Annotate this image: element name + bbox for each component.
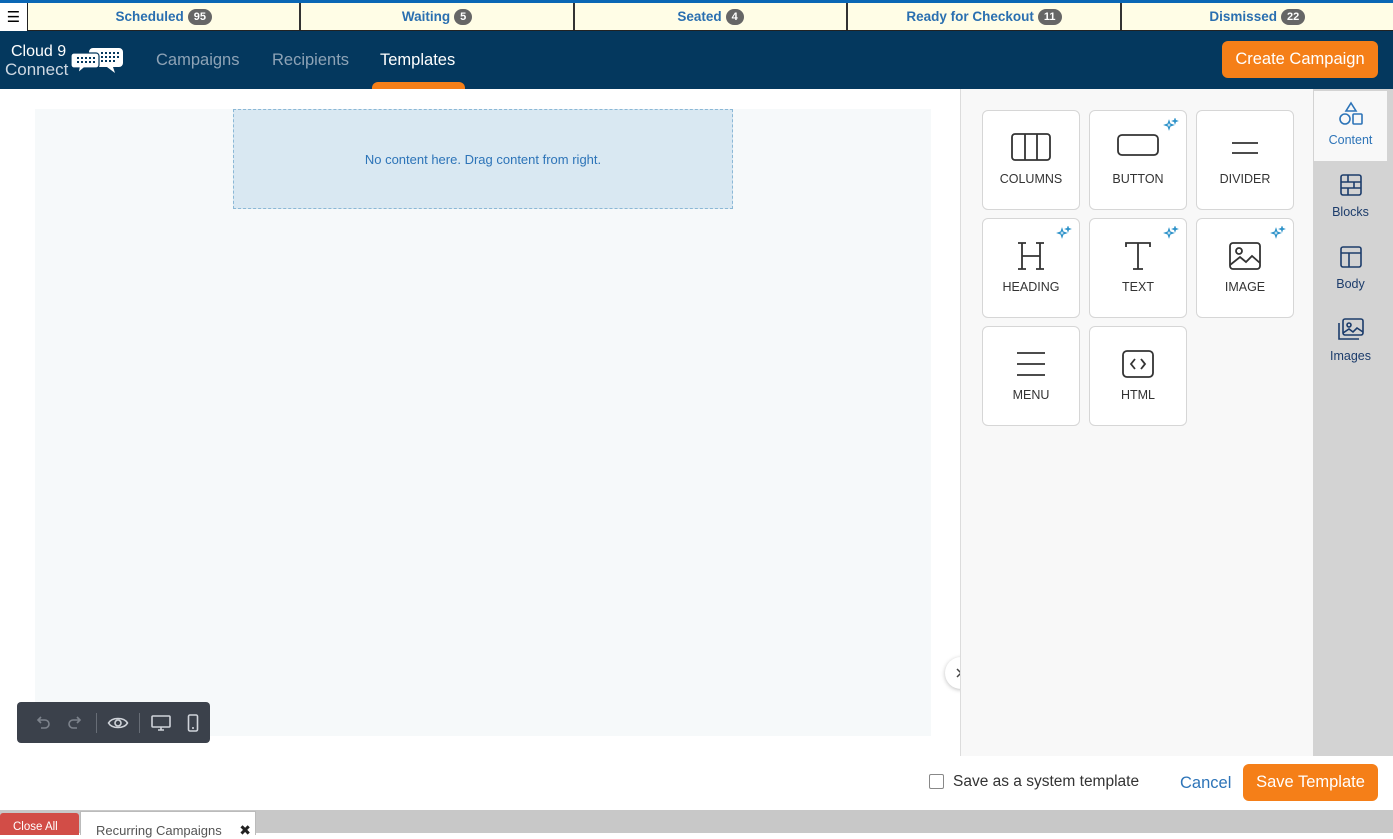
window-tab-recurring-campaigns[interactable]: Recurring Campaigns ✖	[80, 811, 256, 838]
desktop-view-button[interactable]	[145, 708, 177, 738]
preview-button[interactable]	[102, 708, 134, 738]
heading-icon	[1018, 242, 1044, 270]
ai-sparkle-icon	[1163, 226, 1179, 239]
content-tools-panel: COLUMNS BUTTON DIVIDER HEADING TEXT IMAG…	[960, 89, 1313, 756]
mobile-view-button[interactable]	[177, 708, 209, 738]
brand-name-line1: Cloud 9	[11, 43, 67, 60]
text-icon	[1125, 242, 1151, 270]
nav-campaigns[interactable]: Campaigns	[156, 51, 239, 70]
tool-label: DIVIDER	[1219, 172, 1271, 186]
save-template-button[interactable]: Save Template	[1243, 764, 1378, 801]
top-navbar: Cloud 9 Connect Campaigns Recipients Tem…	[0, 31, 1393, 89]
system-template-label: Save as a system template	[953, 773, 1140, 790]
tool-divider[interactable]: DIVIDER	[1196, 110, 1294, 210]
side-tab-blocks[interactable]: Blocks	[1314, 163, 1387, 233]
side-tab-label: Images	[1330, 349, 1371, 363]
side-tab-label: Body	[1336, 277, 1365, 291]
side-tab-label: Blocks	[1332, 205, 1369, 219]
hamburger-menu-button[interactable]: ☰	[0, 3, 28, 31]
side-tab-content[interactable]: Content	[1314, 91, 1387, 161]
active-nav-indicator	[372, 82, 465, 89]
status-bar: ☰ Scheduled 95 Waiting 5 Seated 4 Ready …	[0, 0, 1393, 31]
tool-label: BUTTON	[1112, 172, 1164, 186]
email-canvas[interactable]: No content here. Drag content from right…	[35, 109, 931, 736]
count-badge: 4	[725, 8, 744, 25]
side-tab-label: Content	[1328, 133, 1373, 147]
cancel-button[interactable]: Cancel	[1180, 774, 1231, 793]
status-tab-seated[interactable]: Seated 4	[575, 3, 849, 30]
html-icon	[1122, 350, 1154, 378]
tool-heading[interactable]: HEADING	[982, 218, 1080, 318]
status-tab-label: Waiting	[401, 9, 451, 24]
close-all-button[interactable]: Close All	[0, 813, 79, 835]
nav-recipients[interactable]: Recipients	[272, 51, 349, 70]
toolbar-separator	[139, 712, 140, 733]
tool-label: MENU	[1012, 388, 1050, 402]
tool-label: IMAGE	[1224, 280, 1266, 294]
status-tab-label: Ready for Checkout	[906, 9, 1034, 24]
side-tab-images[interactable]: Images	[1314, 307, 1387, 377]
system-template-checkbox[interactable]	[929, 774, 944, 789]
tool-label: TEXT	[1122, 280, 1154, 294]
layout-icon	[1339, 246, 1362, 268]
window-tab-label: Recurring Campaigns	[96, 823, 222, 838]
tool-button[interactable]: BUTTON	[1089, 110, 1187, 210]
shapes-icon	[1338, 101, 1363, 125]
brand-name-line2: Connect	[5, 60, 69, 79]
images-icon	[1337, 318, 1364, 340]
side-tab-body[interactable]: Body	[1314, 235, 1387, 305]
count-badge: 95	[187, 8, 212, 25]
columns-icon	[1011, 133, 1051, 161]
status-tab-waiting[interactable]: Waiting 5	[301, 3, 575, 30]
ai-sparkle-icon	[1270, 226, 1286, 239]
tool-image[interactable]: IMAGE	[1196, 218, 1294, 318]
nav-templates[interactable]: Templates	[380, 51, 455, 70]
desktop-icon	[151, 714, 171, 731]
close-icon[interactable]: ✖	[239, 822, 251, 839]
tool-text[interactable]: TEXT	[1089, 218, 1187, 318]
preview-eye-icon	[107, 717, 129, 728]
redo-button[interactable]	[59, 708, 91, 738]
status-tab-label: Scheduled	[115, 9, 184, 24]
status-tab-label: Seated	[677, 9, 722, 24]
ai-sparkle-icon	[1163, 118, 1179, 131]
undo-icon	[36, 715, 50, 729]
tool-label: COLUMNS	[999, 172, 1063, 186]
empty-drop-zone[interactable]: No content here. Drag content from right…	[233, 109, 733, 209]
menu-icon	[1017, 352, 1045, 376]
window-tab-bar: Close All Recurring Campaigns ✖	[0, 810, 1393, 838]
create-campaign-button[interactable]: Create Campaign	[1222, 41, 1378, 78]
hamburger-icon: ☰	[6, 9, 21, 26]
tool-label: HEADING	[1002, 280, 1060, 294]
mobile-icon	[187, 713, 199, 732]
editor-bottom-toolbar	[17, 702, 210, 743]
status-tab-label: Dismissed	[1209, 9, 1277, 24]
editor-canvas-area: No content here. Drag content from right…	[0, 89, 977, 756]
count-badge: 22	[1280, 8, 1306, 25]
status-tab-dismissed[interactable]: Dismissed 22	[1122, 3, 1393, 30]
tool-columns[interactable]: COLUMNS	[982, 110, 1080, 210]
chat-bubbles-icon	[71, 48, 123, 75]
divider-icon	[1232, 142, 1258, 154]
blocks-icon	[1339, 174, 1362, 196]
ai-sparkle-icon	[1056, 226, 1072, 239]
count-badge: 5	[454, 8, 473, 25]
status-tab-ready-for-checkout[interactable]: Ready for Checkout 11	[848, 3, 1122, 30]
redo-icon	[68, 715, 82, 729]
count-badge: 11	[1037, 8, 1062, 25]
editor-footer: Save as a system template Cancel Save Te…	[0, 756, 1393, 810]
image-icon	[1229, 242, 1261, 270]
brand-logo[interactable]: Cloud 9 Connect	[5, 43, 127, 81]
status-tab-scheduled[interactable]: Scheduled 95	[28, 3, 302, 30]
undo-button[interactable]	[27, 708, 59, 738]
button-icon	[1117, 134, 1159, 156]
empty-drop-message: No content here. Drag content from right…	[364, 151, 602, 167]
tool-menu[interactable]: MENU	[982, 326, 1080, 426]
tool-label: HTML	[1120, 388, 1156, 402]
editor-side-tabs: Content Blocks Body Images	[1313, 89, 1393, 756]
toolbar-separator	[96, 712, 97, 733]
tool-html[interactable]: HTML	[1089, 326, 1187, 426]
